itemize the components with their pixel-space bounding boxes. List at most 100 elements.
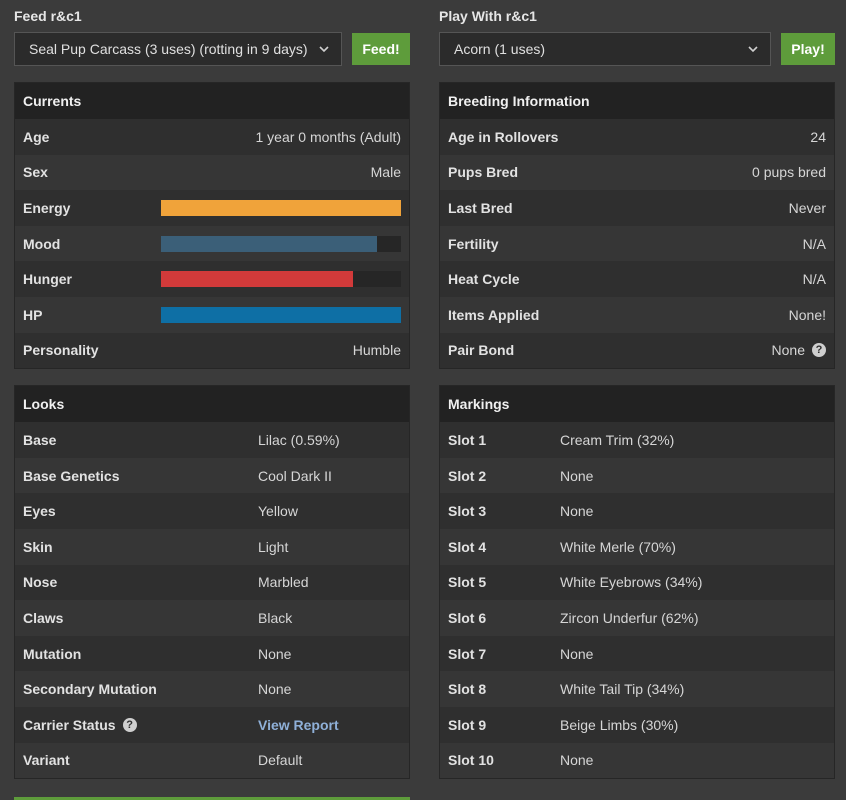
looks-row: Nose Marbled: [15, 564, 409, 601]
row-label-text: Eyes: [23, 503, 56, 520]
row-label: Slot 10: [448, 752, 494, 769]
row-label: Last Bred: [448, 199, 513, 216]
row-label: Nose: [23, 574, 258, 590]
row-value: Cream Trim (32%): [560, 431, 675, 448]
row-label: Items Applied: [448, 306, 540, 323]
row-value: None: [560, 645, 594, 662]
looks-panel: Looks Base Lilac (0.59%) Base Genetics Cool…: [14, 385, 410, 780]
row-value: None: [560, 503, 594, 520]
row-label-text: Nose: [23, 574, 58, 591]
marking-row: Slot 2 None: [440, 457, 834, 494]
help-icon[interactable]: ?: [812, 343, 826, 358]
looks-row: Secondary Mutation None: [15, 671, 409, 707]
row-label: Carrier Status?: [23, 717, 258, 733]
row-label: Fertility: [448, 235, 499, 252]
row-value: Never: [789, 200, 826, 216]
breeding-row: Last Bred Never: [440, 190, 834, 226]
looks-row: Skin Light: [15, 528, 409, 565]
hp-bar-fill: [161, 306, 401, 323]
row-label-text: Base Genetics: [23, 467, 120, 484]
breeding-row: Items Applied None!: [440, 296, 834, 333]
marking-row: Slot 4 White Merle (70%): [440, 528, 834, 565]
row-value: N/A: [803, 271, 826, 287]
mood-bar-fill: [161, 235, 377, 252]
row-value: Default: [258, 752, 303, 769]
marking-row: Slot 3 None: [440, 493, 834, 529]
row-label-text: Claws: [23, 609, 64, 626]
row-label: Age: [23, 128, 50, 145]
row-value: Black: [258, 609, 293, 626]
row-label: Slot 1: [448, 431, 487, 448]
row-value: Yellow: [258, 503, 298, 520]
row-value: 24: [810, 129, 826, 145]
view-report-link[interactable]: View Report: [258, 717, 339, 733]
chevron-down-icon: [748, 46, 758, 53]
looks-row: Carrier Status? View Report: [15, 706, 409, 743]
row-label: Heat Cycle: [448, 271, 520, 288]
row-value: None?: [772, 342, 826, 358]
feed-row: Seal Pup Carcass (3 uses) (rotting in 9 …: [14, 32, 410, 66]
looks-row: Base Genetics Cool Dark II: [15, 457, 409, 494]
row-label: Slot 2: [448, 467, 487, 484]
row-value: Lilac (0.59%): [258, 431, 340, 448]
row-value: 0 pups bred: [752, 164, 826, 180]
row-value-text: 24: [810, 128, 826, 145]
marking-row: Slot 9 Beige Limbs (30%): [440, 706, 834, 743]
row-label: Skin: [23, 539, 258, 555]
energy-bar-fill: [161, 199, 401, 216]
row-value: White Tail Tip (34%): [560, 681, 685, 698]
row-label: Slot 6: [448, 609, 487, 626]
markings-panel: Markings Slot 1 Cream Trim (32%) Slot 2 Non…: [439, 385, 835, 780]
row-value: Humble: [352, 342, 401, 359]
play-button[interactable]: Play!: [781, 33, 835, 65]
marking-row: Slot 6 Zircon Underfur (62%): [440, 600, 834, 636]
row-value: None!: [789, 307, 826, 323]
play-item-select[interactable]: Acorn (1 uses): [439, 32, 771, 66]
row-value: White Merle (70%): [560, 538, 676, 555]
row-value: None: [258, 645, 292, 662]
row-label: Slot 7: [448, 645, 487, 662]
row-label-text: Skin: [23, 538, 53, 555]
looks-row: Variant Default: [15, 742, 409, 779]
breeding-header: Breeding Information: [440, 83, 834, 119]
left-column: Feed r&c1 Seal Pup Carcass (3 uses) (rot…: [14, 0, 410, 795]
hunger-bar-fill: [161, 271, 353, 288]
row-value-text: N/A: [802, 271, 826, 288]
marking-row: Slot 7 None: [440, 635, 834, 672]
right-column: Play With r&c1 Acorn (1 uses) Play! Bree…: [439, 0, 835, 795]
row-value: Male: [370, 164, 401, 181]
currents-row-sex: Sex Male: [15, 154, 409, 191]
help-icon[interactable]: ?: [122, 717, 137, 732]
row-label: Variant: [23, 752, 258, 768]
feed-button[interactable]: Feed!: [352, 33, 410, 65]
looks-row: Eyes Yellow: [15, 493, 409, 529]
feed-item-select[interactable]: Seal Pup Carcass (3 uses) (rotting in 9 …: [14, 32, 342, 66]
row-label: Slot 5: [448, 574, 487, 591]
row-value: None: [560, 752, 594, 769]
row-label: Slot 4: [448, 538, 487, 555]
energy-bar: [161, 199, 401, 216]
feed-title: Feed r&c1: [14, 8, 82, 24]
currents-row-hp: HP: [15, 296, 409, 333]
row-label-text: Secondary Mutation: [23, 681, 157, 698]
chevron-down-icon: [319, 46, 329, 53]
breeding-row: Heat Cycle N/A: [440, 261, 834, 297]
row-value: White Eyebrows (34%): [560, 574, 703, 591]
breeding-rows: Age in Rollovers 24 Pups Bred 0 pups bred La…: [440, 119, 834, 369]
play-select-value: Acorn (1 uses): [454, 41, 546, 57]
marking-row: Slot 5 White Eyebrows (34%): [440, 564, 834, 601]
currents-row-mood: Mood: [15, 225, 409, 262]
row-label: Eyes: [23, 503, 258, 519]
currents-panel: Currents Age 1 year 0 months (Adult) Sex…: [14, 82, 410, 370]
marking-row: Slot 8 White Tail Tip (34%): [440, 671, 834, 707]
row-label: Claws: [23, 610, 258, 626]
row-value-text: None: [771, 342, 805, 359]
row-label: HP: [23, 306, 43, 323]
looks-header: Looks: [15, 386, 409, 423]
play-title: Play With r&c1: [439, 8, 537, 24]
looks-row: Mutation None: [15, 635, 409, 672]
row-label: Mood: [23, 235, 61, 252]
row-label: Slot 3: [448, 503, 487, 520]
hunger-bar: [161, 271, 401, 288]
currents-row-energy: Energy: [15, 190, 409, 226]
